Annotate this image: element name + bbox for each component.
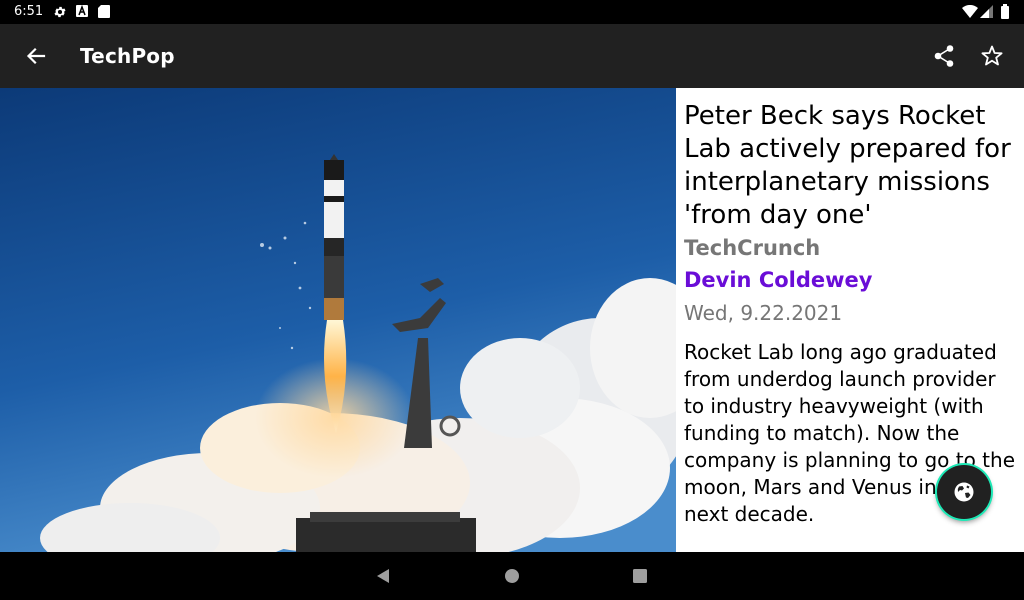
wifi-icon [962,5,978,18]
app-bar: TechPop [0,24,1024,88]
article-date: Wed, 9.22.2021 [684,301,843,325]
globe-icon [954,482,974,502]
share-button[interactable] [928,40,960,72]
recents-square-icon [633,569,647,583]
nav-home-button[interactable] [502,566,522,586]
favorite-button[interactable] [976,40,1008,72]
nav-back-button[interactable] [373,566,393,586]
back-arrow-icon [26,47,46,65]
rocket-launch-photo [0,88,676,552]
app-title: TechPop [80,44,175,68]
open-in-browser-button[interactable] [937,465,991,519]
settings-icon [54,6,66,18]
signal-icon [980,5,993,18]
status-bar: 6:51 [0,0,1024,24]
share-icon [934,45,954,67]
back-triangle-icon [377,569,389,583]
article-author[interactable]: Devin Coldewey [684,268,872,292]
text-a-icon [76,5,88,17]
article-source: TechCrunch [684,236,821,260]
home-circle-icon [505,569,519,583]
article-hero-image [0,88,676,552]
nav-recents-button[interactable] [630,566,650,586]
star-outline-icon [981,45,1003,66]
system-nav-bar [0,552,1024,600]
status-time: 6:51 [14,4,44,19]
article-headline: Peter Beck says Rocket Lab actively prep… [684,101,1011,230]
battery-icon [1001,4,1009,19]
back-button[interactable] [20,40,52,72]
sd-card-icon [98,5,110,18]
